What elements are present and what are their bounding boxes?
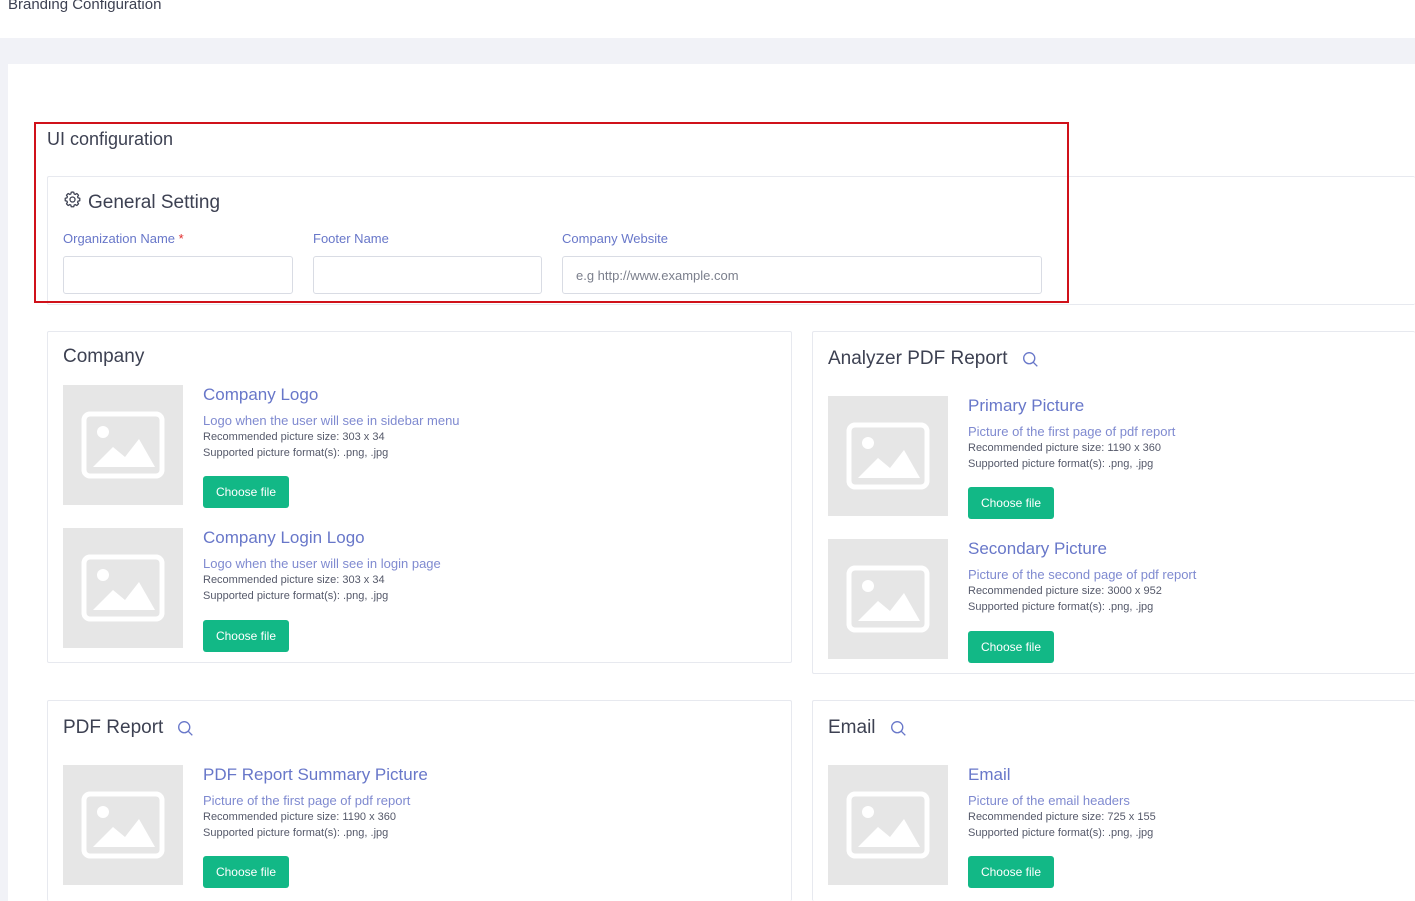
page-title: Branding Configuration — [8, 0, 162, 13]
company-logo-title: Company Logo — [203, 385, 319, 404]
pdf-report-summary-meta: Recommended picture size: 1190 x 360 Sup… — [203, 810, 396, 841]
email-title-text: Email — [828, 717, 876, 738]
email-picture-preview — [828, 765, 948, 885]
analyzer-pdf-report-title: Analyzer PDF Report — [828, 348, 1039, 370]
company-login-logo-choose-file-button[interactable]: Choose file — [203, 620, 289, 652]
top-bar: Branding Configuration — [0, 0, 1415, 38]
highlight-box — [34, 122, 1069, 303]
email-picture-title: Email — [968, 765, 1011, 784]
company-logo-description: Logo when the user will see in sidebar m… — [203, 413, 460, 428]
company-logo-meta: Recommended picture size: 303 x 34 Suppo… — [203, 430, 388, 461]
email-picture-meta: Recommended picture size: 725 x 155 Supp… — [968, 810, 1156, 841]
company-login-logo-formats: Supported picture format(s): .png, .jpg — [203, 589, 389, 602]
secondary-picture-formats: Supported picture format(s): .png, .jpg — [968, 600, 1154, 613]
secondary-picture-title: Secondary Picture — [968, 539, 1107, 558]
primary-picture-choose-file-button[interactable]: Choose file — [968, 487, 1054, 519]
pdf-report-title: PDF Report — [63, 717, 194, 739]
secondary-picture-preview — [828, 539, 948, 659]
company-login-logo-preview — [63, 528, 183, 648]
secondary-picture-size: Recommended picture size: 3000 x 952 — [968, 585, 1162, 597]
pdf-report-summary-size: Recommended picture size: 1190 x 360 — [203, 811, 397, 823]
email-picture-size: Recommended picture size: 725 x 155 — [968, 811, 1156, 823]
pdf-report-summary-choose-file-button[interactable]: Choose file — [203, 856, 289, 888]
primary-picture-size: Recommended picture size: 1190 x 360 — [968, 442, 1162, 454]
company-title-text: Company — [63, 346, 145, 367]
primary-picture-meta: Recommended picture size: 1190 x 360 Sup… — [968, 441, 1161, 472]
image-placeholder-icon — [846, 565, 930, 633]
company-login-logo-description: Logo when the user will see in login pag… — [203, 556, 441, 571]
email-title: Email — [828, 717, 907, 739]
company-login-logo-meta: Recommended picture size: 303 x 34 Suppo… — [203, 573, 388, 604]
pdf-report-summary-preview — [63, 765, 183, 885]
company-login-logo-size: Recommended picture size: 303 x 34 — [203, 574, 385, 586]
email-picture-choose-file-button[interactable]: Choose file — [968, 856, 1054, 888]
search-icon[interactable] — [1022, 351, 1039, 368]
image-placeholder-icon — [81, 554, 165, 622]
company-logo-choose-file-button[interactable]: Choose file — [203, 476, 289, 508]
image-placeholder-icon — [81, 411, 165, 479]
primary-picture-title: Primary Picture — [968, 396, 1085, 415]
search-icon[interactable] — [890, 720, 907, 737]
company-logo-preview — [63, 385, 183, 505]
secondary-picture-description: Picture of the second page of pdf report — [968, 567, 1197, 582]
image-placeholder-icon — [81, 791, 165, 859]
company-title: Company — [63, 346, 144, 368]
company-logo-size: Recommended picture size: 303 x 34 — [203, 431, 385, 443]
pdf-report-summary-formats: Supported picture format(s): .png, .jpg — [203, 826, 389, 839]
secondary-picture-choose-file-button[interactable]: Choose file — [968, 631, 1054, 663]
primary-picture-description: Picture of the first page of pdf report — [968, 424, 1176, 439]
company-login-logo-title: Company Login Logo — [203, 528, 365, 547]
primary-picture-preview — [828, 396, 948, 516]
email-picture-formats: Supported picture format(s): .png, .jpg — [968, 826, 1154, 839]
analyzer-pdf-report-title-text: Analyzer PDF Report — [828, 348, 1008, 369]
pdf-report-summary-title: PDF Report Summary Picture — [203, 765, 428, 784]
pdf-report-title-text: PDF Report — [63, 717, 164, 738]
image-placeholder-icon — [846, 791, 930, 859]
email-picture-description: Picture of the email headers — [968, 793, 1130, 808]
pdf-report-summary-description: Picture of the first page of pdf report — [203, 793, 411, 808]
secondary-picture-meta: Recommended picture size: 3000 x 952 Sup… — [968, 584, 1162, 615]
image-placeholder-icon — [846, 422, 930, 490]
search-icon[interactable] — [177, 720, 194, 737]
primary-picture-formats: Supported picture format(s): .png, .jpg — [968, 457, 1154, 470]
company-logo-formats: Supported picture format(s): .png, .jpg — [203, 446, 389, 459]
